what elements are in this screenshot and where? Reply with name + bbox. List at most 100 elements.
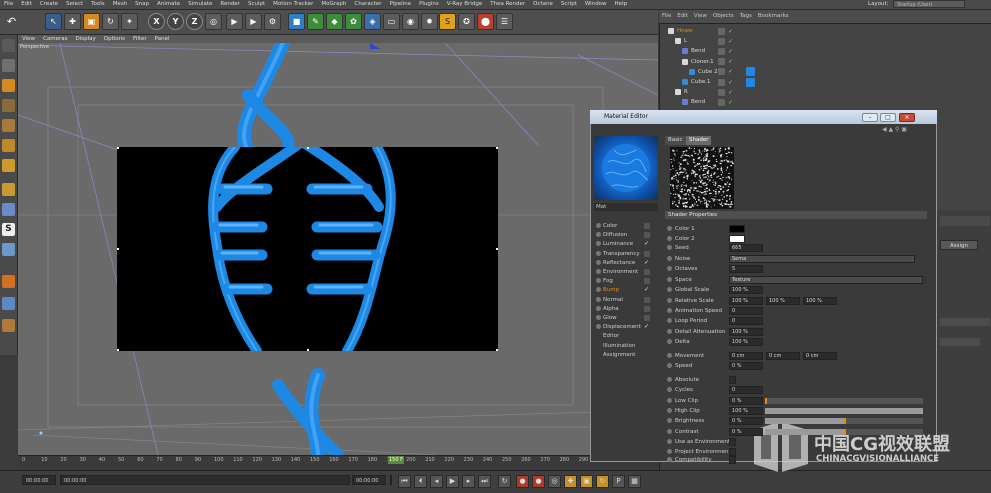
texture-mode-icon[interactable]	[2, 59, 15, 72]
number-field[interactable]: 0	[729, 307, 763, 315]
soft-selection-icon[interactable]: S	[2, 223, 15, 236]
number-field[interactable]: 100 %	[729, 407, 763, 415]
channel-bump[interactable]: Bump ✓	[596, 286, 650, 295]
polygons-mode-icon[interactable]	[2, 159, 15, 172]
viewport-menu-options[interactable]: Options	[100, 35, 129, 43]
x-axis-icon[interactable]: X	[148, 13, 165, 30]
array-icon[interactable]: ✿	[345, 13, 362, 30]
slider-handle[interactable]	[844, 429, 846, 435]
vector-field[interactable]: 100 %	[766, 297, 800, 305]
vector-field[interactable]: 0 cm	[766, 352, 800, 360]
channel-toggle-icon[interactable]	[596, 259, 601, 265]
visibility-toggle[interactable]	[718, 88, 725, 96]
attribute-field-2[interactable]	[940, 338, 980, 346]
channel-check[interactable]	[644, 278, 650, 285]
property-anim-icon[interactable]	[667, 457, 672, 462]
channel-check[interactable]	[644, 305, 650, 312]
channel-check[interactable]: ✓	[644, 259, 650, 266]
channel-transparency[interactable]: Transparency	[596, 250, 650, 259]
channel-reflectance[interactable]: Reflectance ✓	[596, 259, 650, 268]
channel-assignment[interactable]: Assignment	[596, 351, 657, 360]
channel-diffusion[interactable]: Diffusion	[596, 231, 650, 240]
menu-item-select[interactable]: Select	[62, 0, 87, 9]
object-menu-tags[interactable]: Tags	[737, 10, 755, 23]
channel-toggle-icon[interactable]	[596, 232, 601, 238]
param-key-icon[interactable]: P	[612, 475, 625, 488]
object-menu-file[interactable]: File	[659, 10, 674, 23]
python-icon[interactable]: ✪	[458, 13, 475, 30]
property-anim-icon[interactable]	[667, 387, 672, 392]
channel-editor[interactable]: Editor	[596, 332, 657, 341]
visibility-toggle[interactable]	[718, 27, 725, 35]
rotation-key-icon[interactable]: ↻	[596, 475, 609, 488]
light-icon[interactable]: ✹	[421, 13, 438, 30]
enable-check[interactable]: ✓	[728, 38, 735, 45]
paint-icon[interactable]	[2, 275, 15, 288]
channel-toggle-icon[interactable]	[596, 296, 601, 302]
object-row[interactable]: R	[660, 87, 760, 97]
property-anim-icon[interactable]	[667, 308, 672, 313]
edges-mode-icon[interactable]	[2, 139, 15, 152]
viewport-menu-filter[interactable]: Filter	[129, 35, 151, 43]
deformer-icon[interactable]: ◈	[364, 13, 381, 30]
tab-shader[interactable]: Shader	[686, 136, 712, 145]
menu-item-snap[interactable]: Snap	[131, 0, 153, 9]
slider-handle[interactable]	[844, 418, 846, 424]
model-mode-icon[interactable]	[2, 79, 15, 92]
property-anim-icon[interactable]	[667, 256, 672, 261]
channel-toggle-icon[interactable]	[596, 250, 601, 256]
nurbs-icon[interactable]: ◆	[326, 13, 343, 30]
property-anim-icon[interactable]	[667, 298, 672, 303]
channel-toggle-icon[interactable]	[596, 287, 601, 293]
channel-toggle-icon[interactable]	[596, 278, 601, 284]
menu-item-mograph[interactable]: MoGraph	[317, 0, 350, 9]
menu-item-window[interactable]: Window	[581, 0, 611, 9]
property-anim-icon[interactable]	[667, 287, 672, 292]
menu-item-file[interactable]: File	[0, 0, 17, 9]
current-frame-marker[interactable]: 150 F	[388, 456, 404, 464]
viewport-menu-panel[interactable]: Panel	[151, 35, 174, 43]
property-anim-icon[interactable]	[667, 339, 672, 344]
channel-glow[interactable]: Glow	[596, 314, 650, 323]
scale-icon[interactable]: ▣	[83, 13, 100, 30]
record-icon[interactable]: ⬤	[477, 13, 494, 30]
menu-item-script[interactable]: Script	[557, 0, 581, 9]
axis-mode-icon[interactable]	[2, 183, 15, 196]
record-key-icon[interactable]: ●	[516, 475, 529, 488]
workplane-icon[interactable]	[2, 243, 15, 256]
property-anim-icon[interactable]	[667, 363, 672, 368]
menu-item-animate[interactable]: Animate	[153, 0, 184, 9]
menu-item-render[interactable]: Render	[216, 0, 244, 9]
menu-item-plugins[interactable]: Plugins	[415, 0, 443, 9]
slider-track[interactable]	[765, 398, 923, 404]
property-anim-icon[interactable]	[667, 408, 672, 413]
live-select-icon[interactable]: ↖	[45, 13, 62, 30]
channel-alpha[interactable]: Alpha	[596, 305, 650, 314]
prev-key-icon[interactable]: ⏴	[414, 475, 427, 488]
play-icon[interactable]: ▶	[446, 475, 459, 488]
number-field[interactable]: 0	[729, 317, 763, 325]
visibility-toggle[interactable]	[718, 98, 725, 106]
material-name-field[interactable]: Mat	[594, 203, 658, 211]
channel-check[interactable]: ✓	[644, 287, 650, 293]
sculpt-s-icon[interactable]: S	[439, 13, 456, 30]
viewport-menu-view[interactable]: View	[18, 35, 39, 43]
max-time-field[interactable]	[390, 475, 392, 485]
go-to-end-icon[interactable]: ⏭	[478, 475, 491, 488]
loop-icon[interactable]: ↻	[498, 475, 511, 488]
visibility-toggle[interactable]	[718, 47, 725, 55]
channel-check[interactable]	[644, 250, 650, 257]
enable-check[interactable]: ✓	[728, 99, 735, 106]
number-field[interactable]: 0 %	[729, 397, 763, 405]
object-row[interactable]: Bend	[660, 97, 760, 107]
slider-track[interactable]	[765, 418, 923, 424]
end-time-field[interactable]: 00:00:00	[352, 475, 386, 485]
grid-icon[interactable]	[2, 297, 15, 310]
undo-icon[interactable]: ↶	[3, 13, 20, 30]
y-axis-icon[interactable]: Y	[167, 13, 184, 30]
keyframe-selection-icon[interactable]: ◎	[548, 475, 561, 488]
prev-frame-icon[interactable]: ◂	[430, 475, 443, 488]
color-swatch[interactable]	[729, 225, 745, 233]
enable-check[interactable]: ✓	[728, 79, 735, 86]
render-view-icon[interactable]: ▶	[226, 13, 243, 30]
